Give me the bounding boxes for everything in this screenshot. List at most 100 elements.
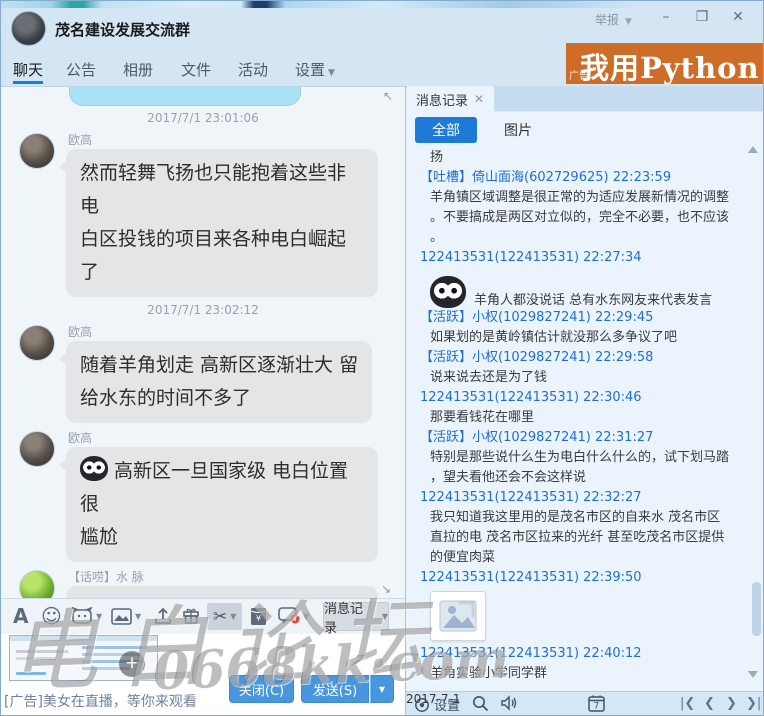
tab-chat[interactable]: 聊天 — [13, 59, 43, 84]
sender-name: 【话唠】水 脉 — [68, 568, 405, 584]
message-history-label: 消息记录 — [324, 598, 376, 636]
history-entry-content: 那要看钱花在哪里 — [420, 408, 746, 428]
filter-all-button[interactable]: 全部 — [415, 117, 477, 143]
history-entry-content: 我只知道我这里用的是茂名市区的自来水 茂名市区 直拉的电 茂名市区拉来的光纤 甚… — [420, 508, 746, 568]
message-history-button[interactable]: 消息记录 ▼ — [323, 602, 389, 631]
svg-text:7: 7 — [594, 702, 599, 712]
group-avatar[interactable] — [11, 11, 46, 46]
tab-announcement[interactable]: 公告 — [66, 59, 96, 84]
ad-tag: 广告 — [569, 67, 589, 82]
sender-name: 欧高 — [68, 429, 405, 445]
avatar[interactable] — [19, 325, 55, 361]
chat-message: 欧高随着羊角划走 高新区逐渐壮大 留 给水东的时间不多了 — [1, 323, 405, 423]
history-content-line: 扬 — [420, 148, 746, 168]
close-chat-button[interactable]: 关闭(C) — [229, 675, 294, 703]
history-tab[interactable]: 消息记录 ✕ — [406, 86, 494, 112]
chat-message: 欧高然而轻舞飞扬也只能抱着这些非电 白区投钱的项目来各种电白崛起了 — [1, 131, 405, 297]
image-icon[interactable]: ▼ — [111, 603, 141, 629]
report-button[interactable]: 举报 ▼ — [595, 11, 632, 28]
avatar[interactable] — [19, 570, 55, 598]
collapse-panel-icon[interactable]: ↖ — [383, 89, 393, 103]
tab-files[interactable]: 文件 — [181, 59, 211, 84]
history-entry-content: 特别是那些说什么生为电白什么什么的，试下划马踏 ，望夫看他还会不会这样说 — [420, 448, 746, 488]
history-settings-label: 设置 — [434, 695, 460, 714]
chevron-down-icon: ▼ — [328, 68, 335, 78]
search-icon[interactable] — [472, 695, 489, 712]
prev-page-icon[interactable]: ❮ — [704, 696, 715, 711]
pasted-screenshot-thumbnail[interactable]: + — [9, 635, 158, 681]
scrollbar-thumb[interactable] — [752, 582, 761, 636]
avatar[interactable] — [19, 133, 55, 169]
history-entry-header[interactable]: 122413531(122413531) 22:40:12 — [420, 644, 746, 664]
gift-icon[interactable] — [182, 603, 200, 629]
scroll-up-icon[interactable] — [748, 146, 758, 153]
font-icon[interactable]: A — [13, 603, 28, 629]
minimize-button[interactable]: – — [651, 5, 681, 29]
filter-images-button[interactable]: 图片 — [498, 117, 538, 143]
close-button[interactable]: ✕ — [723, 5, 753, 29]
ad-banner[interactable]: 我用Python 广告 — [566, 43, 764, 84]
tab-settings[interactable]: 设置▼ — [295, 59, 335, 84]
window-skin-strip — [1, 1, 633, 8]
svg-text:¥: ¥ — [256, 614, 261, 623]
history-entry-header[interactable]: 【活跃】小权(1029827241) 22:29:58 — [420, 348, 746, 368]
red-packet-icon[interactable]: ¥ — [250, 603, 267, 629]
photo-icon — [439, 600, 477, 632]
history-entry-header[interactable]: 122413531(122413531) 22:39:50 — [420, 568, 746, 588]
maximize-button[interactable]: ❐ — [687, 5, 717, 29]
sender-name: 欧高 — [68, 131, 405, 147]
history-entry-header[interactable]: 【活跃】小权(1029827241) 22:29:45 — [420, 308, 746, 328]
speaker-icon[interactable] — [500, 695, 520, 711]
message-input-area[interactable]: + [广告]美女在直播，等你来观看 关闭(C) 发送(S) ▼ — [1, 634, 405, 716]
chevron-down-icon: ▼ — [382, 612, 388, 621]
scroll-down-icon[interactable] — [748, 671, 758, 678]
upload-icon[interactable] — [154, 603, 172, 629]
history-owl-text: 羊角人都没说话 总有水东网友来代表发言 — [474, 289, 712, 308]
history-entry-header[interactable]: 122413531(122413531) 22:30:46 — [420, 388, 746, 408]
send-button[interactable]: 发送(S) — [301, 675, 369, 703]
zoom-in-icon[interactable]: + — [119, 651, 145, 677]
screenshot-icon[interactable]: ✂ ▼ — [207, 603, 242, 630]
sticker-icon[interactable]: ▼ — [71, 603, 102, 629]
last-page-icon[interactable]: ❯| — [746, 696, 761, 711]
input-ad-text[interactable]: [广告]美女在直播，等你来观看 — [4, 691, 197, 711]
notify-icon[interactable]: ▼ — [278, 603, 309, 629]
calendar-icon[interactable]: 7 — [588, 695, 605, 712]
chat-toolbar: A ☺ ▼ ▼ ✂ ▼ ¥ ▼ 消息记录 ▼ — [1, 598, 405, 634]
history-entry-content: 羊角镇区域调整是很正常的为适应发展新情况的调整 。不要搞成是两区对立似的，完全不… — [420, 188, 746, 248]
first-page-icon[interactable]: |❮ — [680, 696, 695, 711]
chevron-down-icon: ▼ — [303, 612, 309, 621]
chat-message: 欧高高新区一旦国家级 电白位置很 尴尬 — [1, 429, 405, 562]
history-entry-list[interactable]: 扬【吐槽】倚山面海(602729625) 22:23:59羊角镇区域调整是很正常… — [406, 148, 746, 691]
history-entry-content: 羊角实验小学同学群 — [420, 664, 746, 684]
chevron-down-icon: ▼ — [135, 612, 141, 621]
tab-album[interactable]: 相册 — [123, 59, 153, 84]
send-options-dropdown[interactable]: ▼ — [370, 675, 394, 703]
owl-emoji-icon — [80, 456, 108, 481]
report-label: 举报 — [595, 13, 619, 27]
message-bubble: 茂南大道东延线，名正言顺了，@ 欧高 — [66, 586, 378, 598]
emoji-icon[interactable]: ☺ — [41, 603, 62, 629]
chevron-down-icon: ▼ — [230, 612, 236, 621]
message-history-panel: 消息记录 ✕ 全部 图片 扬【吐槽】倚山面海(602729625) 22:23:… — [406, 86, 764, 716]
close-tab-icon[interactable]: ✕ — [474, 92, 484, 106]
history-entry-content: 说来说去还是为了钱 — [420, 368, 746, 388]
window-title: 茂名建设发展交流群 — [55, 19, 190, 40]
history-entry-header[interactable]: 【活跃】小权(1029827241) 22:31:27 — [420, 428, 746, 448]
chevron-down-icon: ▼ — [96, 612, 102, 621]
history-entry-header[interactable]: 【吐槽】倚山面海(602729625) 22:23:59 — [420, 168, 746, 188]
history-entry-header[interactable]: 122413531(122413531) 22:32:27 — [420, 488, 746, 508]
history-settings-button[interactable]: 设置 — [414, 695, 460, 714]
owl-emoji-icon — [430, 276, 466, 308]
message-bubble: 随着羊角划走 高新区逐渐壮大 留 给水东的时间不多了 — [66, 341, 372, 423]
avatar[interactable] — [19, 431, 55, 467]
tab-activity[interactable]: 活动 — [238, 59, 268, 84]
chat-message: 【话唠】水 脉茂南大道东延线，名正言顺了，@ 欧高 — [1, 568, 405, 598]
message-bubble: 高新区一旦国家级 电白位置很 尴尬 — [66, 447, 378, 562]
history-image-thumbnail[interactable] — [430, 591, 486, 641]
chevron-down-icon: ▼ — [625, 17, 632, 27]
history-entry-header[interactable]: 122413531(122413531) 22:27:34 — [420, 248, 746, 268]
tab-settings-label: 设置 — [295, 61, 325, 79]
chat-message-list[interactable]: ↖ ↘ 2017/7/1 23:01:06欧高然而轻舞飞扬也只能抱着这些非电 白… — [1, 87, 405, 598]
next-page-icon[interactable]: ❯ — [726, 696, 737, 711]
